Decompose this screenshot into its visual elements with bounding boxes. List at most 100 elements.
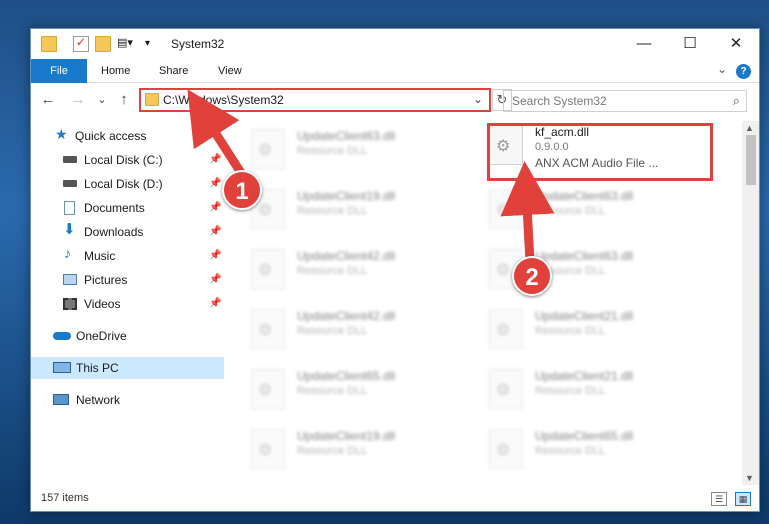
pin-icon[interactable]: 📌 bbox=[209, 245, 221, 267]
up-button[interactable]: ↑ bbox=[115, 91, 133, 108]
sidebar-item-label: Downloads bbox=[84, 225, 144, 239]
pin-icon[interactable]: 📌 bbox=[209, 221, 221, 243]
forward-button[interactable]: → bbox=[69, 91, 87, 108]
file-name: UpdateClient65.dll bbox=[297, 369, 396, 383]
annotation-step-1: 1 bbox=[222, 170, 262, 210]
sidebar-item-local-disk-c[interactable]: Local Disk (C:) 📌 bbox=[31, 149, 224, 171]
pin-icon[interactable]: 📌 bbox=[209, 173, 221, 195]
sidebar-item-quick-access[interactable]: ★ Quick access bbox=[31, 125, 224, 147]
help-icon[interactable]: ? bbox=[736, 64, 751, 79]
pin-icon[interactable]: 📌 bbox=[209, 149, 221, 171]
tab-share[interactable]: Share bbox=[147, 59, 200, 83]
sidebar-item-this-pc[interactable]: This PC bbox=[31, 357, 224, 379]
explorer-window: ✓ ▤▾ ▾ System32 — ☐ ✕ File Home Share Vi… bbox=[30, 28, 760, 512]
scrollbar-thumb[interactable] bbox=[746, 135, 756, 185]
sidebar-item-videos[interactable]: Videos 📌 bbox=[31, 293, 224, 315]
downloads-icon: ⬇ bbox=[63, 221, 76, 238]
file-name: UpdateClient63.dll bbox=[535, 249, 634, 263]
pictures-icon bbox=[63, 274, 77, 285]
pin-icon[interactable]: 📌 bbox=[209, 197, 221, 219]
sidebar-item-downloads[interactable]: ⬇ Downloads 📌 bbox=[31, 221, 224, 243]
sidebar-item-label: Documents bbox=[84, 201, 145, 215]
scroll-down-icon[interactable]: ▼ bbox=[745, 473, 754, 483]
vertical-scrollbar[interactable]: ▲ ▼ bbox=[742, 121, 759, 485]
pin-icon[interactable]: 📌 bbox=[209, 293, 221, 315]
list-item[interactable]: UpdateClient63.dll Resource DLL bbox=[241, 125, 471, 175]
file-list: UpdateClient63.dll Resource DLL UpdateCl… bbox=[241, 121, 741, 481]
documents-icon bbox=[64, 201, 75, 215]
address-bar[interactable]: C:\Windows\System32 ⌄ bbox=[139, 88, 491, 112]
recent-locations-button[interactable]: ⌄ bbox=[93, 93, 111, 106]
file-name: UpdateClient21.dll bbox=[535, 369, 634, 383]
dll-file-icon bbox=[251, 249, 285, 289]
sidebar-item-local-disk-d[interactable]: Local Disk (D:) 📌 bbox=[31, 173, 224, 195]
file-type: Resource DLL bbox=[297, 145, 368, 157]
list-item[interactable]: UpdateClient42.dll Resource DLL bbox=[241, 245, 471, 295]
file-type: Resource DLL bbox=[297, 325, 368, 337]
tab-file[interactable]: File bbox=[31, 59, 87, 83]
title-bar: ✓ ▤▾ ▾ System32 — ☐ ✕ bbox=[31, 29, 759, 59]
file-name: UpdateClient42.dll bbox=[297, 249, 396, 263]
close-button[interactable]: ✕ bbox=[713, 29, 759, 59]
list-item[interactable]: UpdateClient19.dll Resource DLL bbox=[241, 185, 471, 235]
annotation-step-2: 2 bbox=[512, 256, 552, 296]
back-button[interactable]: ← bbox=[39, 91, 57, 108]
star-icon: ★ bbox=[55, 126, 68, 142]
file-name: UpdateClient65.dll bbox=[535, 429, 634, 443]
list-item[interactable]: UpdateClient21.dll Resource DLL bbox=[479, 365, 709, 415]
scroll-up-icon[interactable]: ▲ bbox=[745, 123, 754, 133]
file-type: Resource DLL bbox=[297, 445, 368, 457]
network-icon bbox=[53, 394, 69, 405]
videos-icon bbox=[63, 298, 77, 310]
drive-icon bbox=[63, 180, 77, 187]
sidebar-item-label: Network bbox=[76, 393, 121, 407]
list-item[interactable]: UpdateClient65.dll Resource DLL bbox=[479, 425, 709, 475]
computer-icon bbox=[53, 362, 71, 373]
dll-file-icon bbox=[489, 189, 523, 229]
file-name: UpdateClient63.dll bbox=[535, 189, 634, 203]
minimize-button[interactable]: — bbox=[621, 29, 667, 59]
sidebar-item-label: Quick access bbox=[75, 129, 147, 143]
list-item[interactable]: UpdateClient21.dll Resource DLL bbox=[479, 305, 709, 355]
toolbar-dropdown-icon[interactable]: ▾ bbox=[145, 38, 161, 54]
folder-icon bbox=[145, 93, 159, 106]
tab-home[interactable]: Home bbox=[89, 59, 142, 83]
sidebar-item-pictures[interactable]: Pictures 📌 bbox=[31, 269, 224, 291]
dll-file-icon bbox=[251, 429, 285, 469]
search-input[interactable]: Search System32 ⌕ bbox=[503, 90, 747, 112]
customize-toolbar-icon[interactable]: ▤▾ bbox=[117, 36, 133, 52]
new-folder-icon[interactable] bbox=[95, 36, 111, 52]
large-icons-view-icon[interactable]: ▦ bbox=[735, 492, 751, 506]
sidebar-item-onedrive[interactable]: OneDrive bbox=[31, 325, 224, 347]
file-type: Resource DLL bbox=[297, 385, 368, 397]
file-type: Resource DLL bbox=[535, 325, 606, 337]
address-dropdown-icon[interactable]: ⌄ bbox=[473, 92, 483, 106]
dll-file-icon bbox=[489, 429, 523, 469]
sidebar-item-label: This PC bbox=[76, 361, 119, 375]
sidebar-item-network[interactable]: Network bbox=[31, 389, 224, 411]
file-type: Resource DLL bbox=[297, 205, 368, 217]
music-icon: ♪ bbox=[64, 245, 71, 261]
list-item[interactable]: UpdateClient65.dll Resource DLL bbox=[241, 365, 471, 415]
file-name: UpdateClient63.dll bbox=[297, 129, 396, 143]
list-item[interactable]: UpdateClient19.dll Resource DLL bbox=[241, 425, 471, 475]
tab-view[interactable]: View bbox=[206, 59, 254, 83]
search-placeholder: Search System32 bbox=[512, 94, 607, 108]
folder-icon bbox=[41, 36, 57, 52]
navigation-pane: ★ Quick access Local Disk (C:) 📌 Local D… bbox=[31, 121, 226, 481]
details-view-icon[interactable]: ☰ bbox=[711, 492, 727, 506]
address-path: C:\Windows\System32 bbox=[163, 93, 284, 107]
maximize-button[interactable]: ☐ bbox=[667, 29, 713, 59]
search-icon: ⌕ bbox=[732, 93, 740, 108]
sidebar-item-music[interactable]: ♪ Music 📌 bbox=[31, 245, 224, 267]
sidebar-item-label: OneDrive bbox=[76, 329, 127, 343]
pin-icon[interactable]: 📌 bbox=[209, 269, 221, 291]
properties-icon[interactable]: ✓ bbox=[73, 35, 89, 52]
sidebar-item-documents[interactable]: Documents 📌 bbox=[31, 197, 224, 219]
dll-file-icon bbox=[251, 129, 285, 169]
ribbon-collapse-icon[interactable]: ⌄ bbox=[717, 62, 727, 76]
list-item[interactable]: UpdateClient63.dll Resource DLL bbox=[479, 185, 709, 235]
list-item[interactable]: UpdateClient42.dll Resource DLL bbox=[241, 305, 471, 355]
file-type: Resource DLL bbox=[535, 385, 606, 397]
navigation-bar: ← → ⌄ ↑ C:\Windows\System32 ⌄ ↻ Search S… bbox=[31, 85, 759, 115]
